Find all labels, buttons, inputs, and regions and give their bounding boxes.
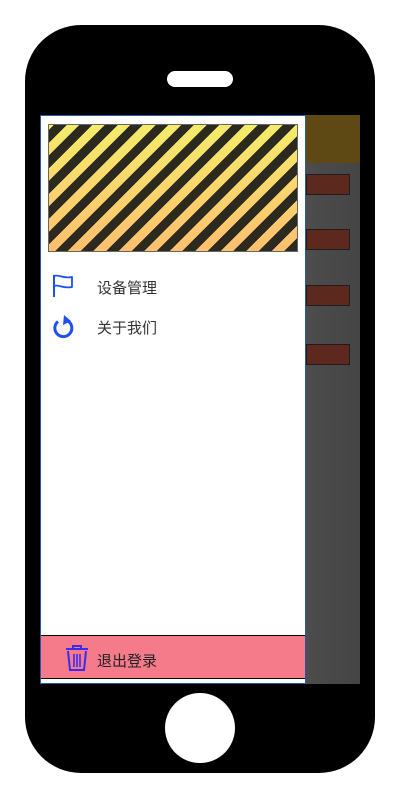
logout-label: 退出登录 (97, 652, 158, 670)
drawer-header-banner (48, 124, 298, 252)
home-button[interactable] (165, 693, 235, 763)
menu-item-label: 设备管理 (97, 279, 158, 297)
menu-item-device-management[interactable]: 设备管理 (41, 268, 305, 304)
refresh-icon (53, 315, 74, 339)
menu-item-about-us[interactable]: 关于我们 (41, 308, 305, 344)
flag-icon (53, 274, 73, 297)
trash-icon (66, 645, 88, 671)
navigation-drawer: 设备管理 关于我们 (40, 115, 306, 684)
menu-item-label: 关于我们 (97, 319, 158, 337)
speaker-grille (167, 71, 233, 87)
logout-button[interactable]: 退出登录 (41, 635, 305, 679)
screen: 设备管理 关于我们 退出登录 (40, 115, 360, 684)
